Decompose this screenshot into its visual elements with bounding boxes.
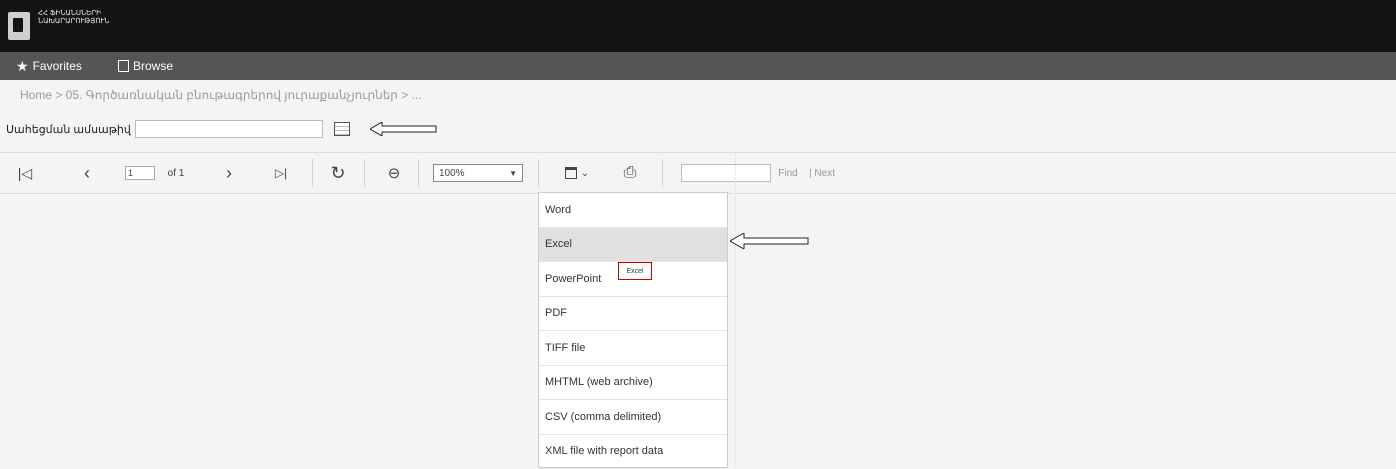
export-mhtml[interactable]: MHTML (web archive): [539, 366, 727, 401]
chevron-down-icon: ▼: [509, 169, 517, 178]
page-of-label: of 1: [162, 153, 190, 193]
find-input[interactable]: [681, 164, 771, 182]
find-link[interactable]: Find: [778, 168, 797, 179]
toolbar-separator: [662, 159, 663, 187]
toolbar-separator: [312, 159, 313, 187]
find-wrap: [680, 153, 772, 193]
next-label: Next: [814, 168, 835, 179]
export-excel[interactable]: Excel: [539, 228, 727, 263]
chevron-down-icon: ⌄: [581, 168, 589, 179]
favorites-label: Favorites: [33, 59, 82, 73]
export-csv[interactable]: CSV (comma delimited): [539, 400, 727, 435]
divider: [735, 152, 737, 468]
annotation-arrow-calendar: [370, 122, 438, 136]
folder-icon: [118, 60, 129, 72]
date-param-input[interactable]: [135, 120, 323, 138]
back-icon[interactable]: ⊖: [382, 153, 406, 193]
zoom-select[interactable]: 100% ▼: [433, 164, 523, 182]
toolbar-separator: [418, 159, 419, 187]
export-button[interactable]: ⌄: [556, 153, 598, 193]
save-icon: [565, 167, 577, 179]
zoom-value: 100%: [439, 168, 465, 179]
first-page-icon[interactable]: |◁: [14, 153, 36, 193]
calendar-icon[interactable]: [334, 122, 350, 136]
zoom-wrap: 100% ▼: [432, 153, 524, 193]
app-header: ՀՀ ՖԻՆԱՆՍՆԵՐԻ ՆԱԽԱՐԱՐՈՒԹՅՈՒՆ: [0, 0, 1396, 52]
favorites-link[interactable]: ★ Favorites: [16, 52, 82, 80]
toolbar-separator: [364, 159, 365, 187]
annotation-arrow-excel: [730, 233, 810, 249]
browse-label: Browse: [133, 59, 173, 73]
browse-link[interactable]: Browse: [118, 52, 173, 80]
report-toolbar: |◁ ‹ 1 of 1 › ▷| ↻ ⊖ 100% ▼ ⌄ ⎙ Find | N…: [0, 152, 1396, 194]
parameter-row: Սահեցման ամսաթիվ: [6, 118, 350, 140]
breadcrumb[interactable]: Home > 05. Գործառնական բնութագրերով յուր…: [20, 88, 422, 102]
export-pdf[interactable]: PDF: [539, 297, 727, 332]
toolbar-separator: [538, 159, 539, 187]
next-page-icon[interactable]: ›: [218, 153, 240, 193]
export-word[interactable]: Word: [539, 193, 727, 228]
export-xml[interactable]: XML file with report data: [539, 435, 727, 469]
print-icon[interactable]: ⎙: [618, 153, 642, 193]
export-menu: Word Excel PowerPoint PDF TIFF file MHTM…: [538, 192, 728, 468]
next-link-wrap: | Next: [802, 153, 842, 193]
page-number-wrap: 1: [120, 153, 160, 193]
refresh-icon[interactable]: ↻: [326, 153, 350, 193]
logo-text: ՀՀ ՖԻՆԱՆՍՆԵՐԻ ՆԱԽԱՐԱՐՈՒԹՅՈՒՆ: [38, 10, 108, 26]
navbar: ★ Favorites Browse: [0, 52, 1396, 80]
find-next-link[interactable]: | Next: [809, 168, 835, 179]
last-page-icon[interactable]: ▷|: [268, 153, 294, 193]
logo-icon: [8, 12, 30, 40]
export-tiff[interactable]: TIFF file: [539, 331, 727, 366]
excel-tooltip: Excel: [618, 262, 652, 280]
page-number-input[interactable]: 1: [125, 166, 155, 180]
date-param-label: Սահեցման ամսաթիվ: [6, 123, 131, 136]
prev-page-icon[interactable]: ‹: [76, 153, 98, 193]
star-icon: ★: [16, 58, 29, 75]
find-link-wrap: Find: [776, 153, 800, 193]
